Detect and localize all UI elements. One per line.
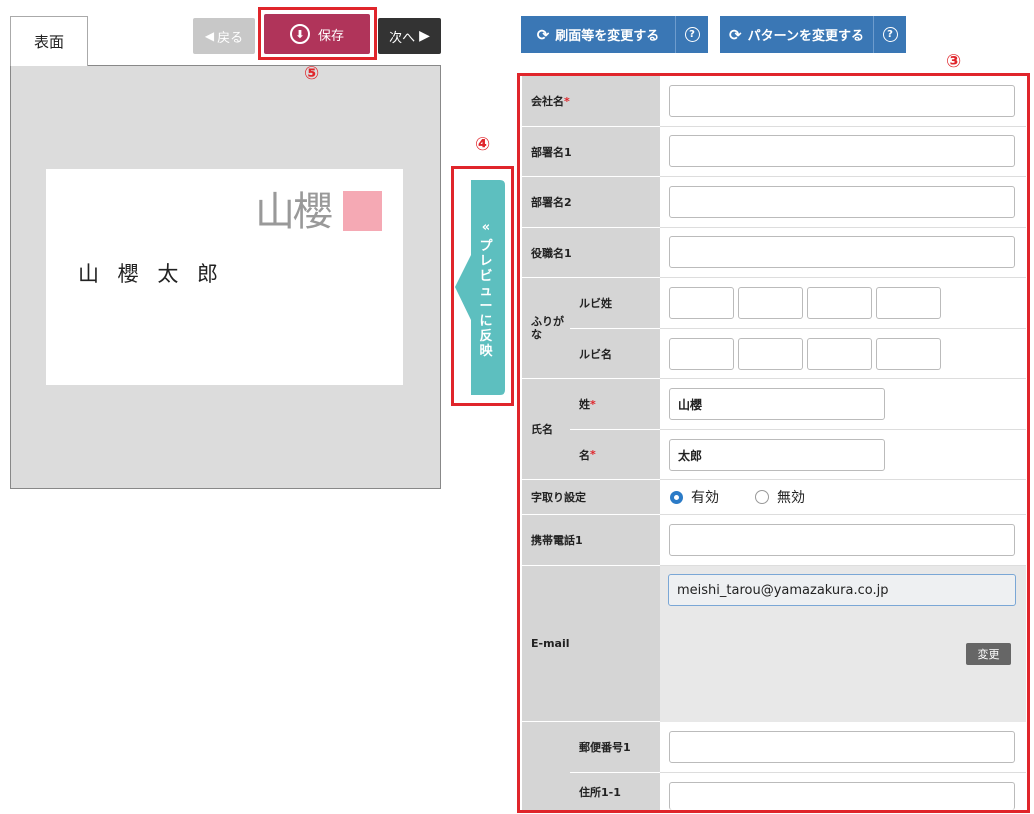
help-icon: ? — [882, 27, 898, 42]
back-button[interactable]: ◀ 戻る — [193, 18, 255, 54]
change-paper-label: 刷面等を変更する — [555, 29, 660, 44]
card-logo-mark — [343, 191, 382, 231]
annotation-5: ⑤ — [304, 63, 320, 84]
reflect-label: « プ レ ビ ュ ー に 反 映 — [479, 220, 493, 359]
change-pattern-button[interactable]: ⟳ パターンを変更する — [720, 16, 873, 53]
help-icon: ? — [684, 27, 700, 42]
card-name: 山 櫻 太 郎 — [78, 262, 225, 286]
change-pattern-help-button[interactable]: ? — [873, 16, 906, 53]
annotation-4: ④ — [475, 134, 491, 155]
highlight-form — [517, 73, 1030, 813]
change-pattern-label: パターンを変更する — [747, 29, 864, 44]
card-logo-text: 山櫻 — [255, 189, 333, 235]
highlight-save — [258, 7, 377, 60]
triangle-left-icon: ◀ — [204, 29, 215, 43]
annotation-3: ③ — [946, 51, 962, 72]
change-paper-button[interactable]: ⟳ 刷面等を変更する — [521, 16, 675, 53]
triangle-right-icon: ▶ — [419, 28, 430, 44]
tab-front[interactable]: 表面 — [10, 16, 88, 66]
refresh-icon: ⟳ — [729, 25, 742, 44]
next-button[interactable]: 次へ ▶ — [378, 18, 441, 54]
refresh-icon: ⟳ — [536, 25, 550, 44]
back-label: 戻る — [217, 30, 244, 46]
next-label: 次へ — [389, 30, 416, 46]
change-paper-help-button[interactable]: ? — [675, 16, 708, 53]
